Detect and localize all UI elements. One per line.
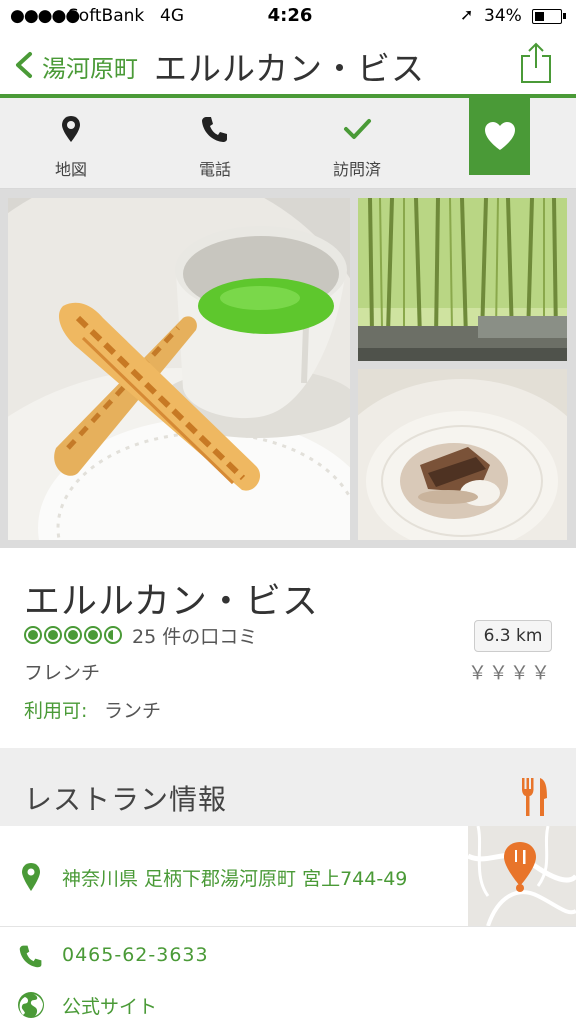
phone-row[interactable]: 0465-62-3633 bbox=[0, 927, 576, 987]
globe-icon bbox=[18, 992, 44, 1018]
section-header: レストラン情報 bbox=[0, 748, 576, 826]
visited-button[interactable]: 訪問済 bbox=[302, 98, 412, 188]
availability-label: 利用可: bbox=[24, 700, 88, 722]
restaurant-info: エルルカン・ビス 25 件の口コミ フレンチ 利用可: ランチ 6.3 km ￥… bbox=[0, 548, 576, 748]
phone-icon bbox=[19, 945, 42, 968]
map-button[interactable]: 地図 bbox=[16, 98, 126, 188]
map-label: 地図 bbox=[54, 160, 87, 179]
location-pin-icon bbox=[22, 863, 40, 891]
photo-bamboo[interactable] bbox=[358, 198, 567, 361]
restaurant-name: エルルカン・ビス bbox=[24, 581, 319, 622]
back-button[interactable]: 湯河原町 bbox=[42, 49, 138, 84]
check-icon bbox=[344, 119, 371, 139]
website-row[interactable]: 公式サイト bbox=[0, 987, 576, 1024]
cuisine-type: フレンチ bbox=[24, 662, 101, 684]
call-label: 電話 bbox=[198, 160, 231, 179]
favorite-button[interactable] bbox=[469, 98, 530, 175]
carrier-name: SoftBank bbox=[68, 6, 145, 26]
phone-icon bbox=[202, 117, 227, 142]
address-text[interactable]: 神奈川県 足柄下郡湯河原町 宮上744-49 bbox=[62, 864, 407, 891]
battery-percent: 34% bbox=[484, 6, 522, 26]
distance-badge: 6.3 km bbox=[474, 620, 552, 652]
review-count[interactable]: 25 件の口コミ bbox=[132, 622, 257, 649]
heart-icon bbox=[485, 122, 515, 150]
photo-gallery bbox=[0, 189, 576, 548]
call-button[interactable]: 電話 bbox=[160, 98, 270, 188]
nav-bar: 湯河原町 エルルカン・ビス bbox=[0, 32, 576, 94]
fork-knife-icon bbox=[522, 778, 547, 816]
map-pin-icon bbox=[62, 116, 80, 142]
rating-bubbles bbox=[24, 626, 122, 644]
chevron-left-icon[interactable] bbox=[10, 50, 40, 80]
battery-icon bbox=[532, 9, 562, 24]
clock: 4:26 bbox=[267, 5, 313, 26]
network-type: 4G bbox=[160, 6, 184, 26]
photo-dessert[interactable] bbox=[358, 369, 567, 540]
location-arrow-icon: ➚ bbox=[460, 5, 474, 24]
phone-number[interactable]: 0465-62-3633 bbox=[62, 944, 209, 966]
page-title: エルルカン・ビス bbox=[154, 49, 426, 88]
action-bar: 地図 電話 訪問済 bbox=[0, 98, 576, 189]
visited-label: 訪問済 bbox=[332, 160, 381, 179]
website-link[interactable]: 公式サイト bbox=[62, 992, 157, 1019]
section-title: レストラン情報 bbox=[24, 783, 228, 816]
map-thumbnail[interactable] bbox=[468, 826, 576, 926]
status-bar: ●●●●● SoftBank 4G 4:26 ➚ 34% bbox=[0, 0, 576, 32]
availability-value: ランチ bbox=[104, 700, 162, 722]
share-icon[interactable] bbox=[518, 42, 554, 84]
price-level: ￥￥￥￥ bbox=[468, 662, 553, 684]
address-row[interactable]: 神奈川県 足柄下郡湯河原町 宮上744-49 bbox=[0, 826, 576, 927]
photo-main[interactable] bbox=[8, 198, 350, 540]
